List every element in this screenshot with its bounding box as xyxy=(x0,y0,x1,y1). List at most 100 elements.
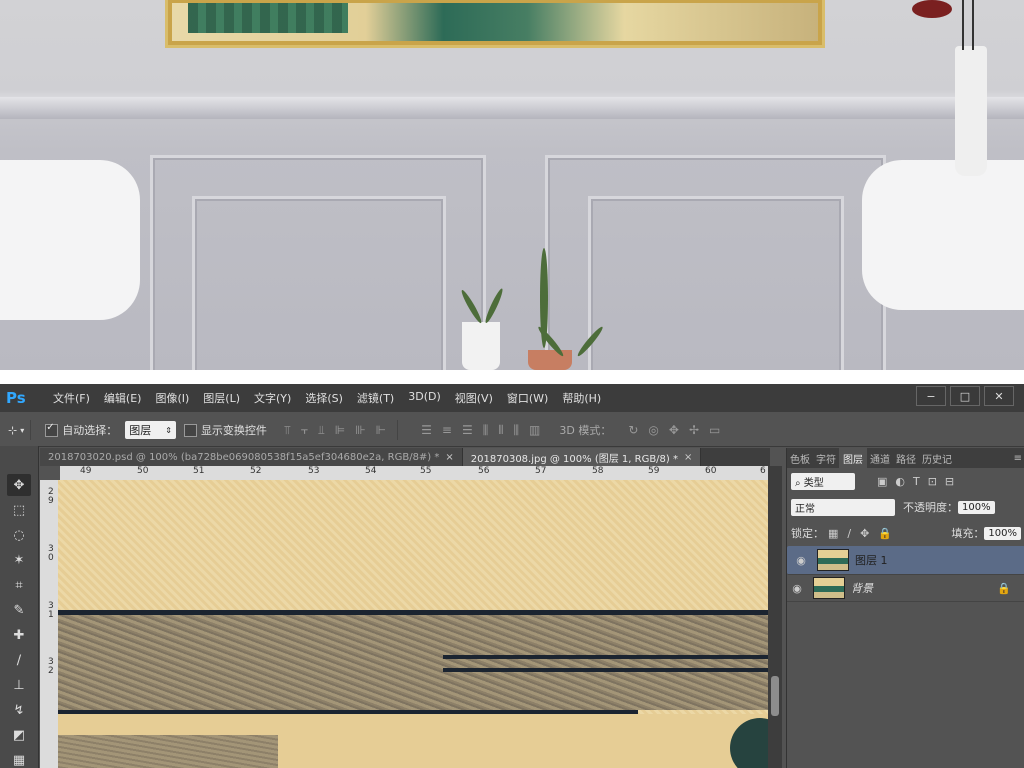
align-right-icon[interactable]: ⊩ xyxy=(376,423,386,438)
checkbox-icon xyxy=(183,423,197,437)
wall-panel-inner xyxy=(588,196,844,370)
3d-scale-icon[interactable]: ▭ xyxy=(709,423,720,437)
tab-swatches[interactable]: 色板 xyxy=(787,451,813,466)
vertical-scrollbar[interactable] xyxy=(768,466,782,768)
menu-select[interactable]: 选择(S) xyxy=(305,390,343,406)
close-icon[interactable]: × xyxy=(684,452,692,463)
white-chair-right xyxy=(862,160,1024,310)
magic-wand-tool-icon[interactable]: ✶ xyxy=(7,549,31,571)
distribute-right-icon[interactable]: ⫼ xyxy=(514,423,520,438)
menu-type[interactable]: 文字(Y) xyxy=(254,390,291,406)
ruler-label: 59 xyxy=(648,466,660,476)
menu-filter[interactable]: 滤镜(T) xyxy=(357,390,394,406)
distribute-top-icon[interactable]: ☰ xyxy=(421,423,432,438)
marquee-tool-icon[interactable]: ⬚ xyxy=(7,499,31,521)
tab-channels[interactable]: 通道 xyxy=(867,451,893,466)
gradient-tool-icon[interactable]: ▦ xyxy=(7,749,31,768)
checkbox-checked-icon xyxy=(45,422,59,437)
search-icon: ⌕ xyxy=(795,477,804,489)
divider xyxy=(397,420,399,440)
align-left-icon[interactable]: ⊫ xyxy=(335,423,345,438)
layer-row-background[interactable]: ◉ 背景 🔒 xyxy=(787,575,1024,602)
menu-image[interactable]: 图像(I) xyxy=(155,390,189,406)
blend-mode-dropdown[interactable]: 正常 xyxy=(791,498,895,516)
document-canvas[interactable] xyxy=(58,480,768,768)
filter-icons[interactable]: ▣◐T⊡⊟ xyxy=(877,475,962,488)
menu-3d[interactable]: 3D(D) xyxy=(408,390,441,406)
align-vcenter-icon[interactable]: ⫟ xyxy=(301,423,308,438)
opacity-input[interactable]: 100% xyxy=(958,500,995,514)
3d-slide-icon[interactable]: ✢ xyxy=(689,423,699,437)
eye-icon[interactable]: ◉ xyxy=(787,582,807,595)
3d-rotate-icon[interactable]: ↻ xyxy=(628,423,638,437)
maximize-button[interactable]: □ xyxy=(950,386,980,406)
3d-mode-buttons: ↻ ◎ ✥ ✢ ▭ xyxy=(623,423,725,437)
white-planter xyxy=(462,322,500,370)
3d-pan-icon[interactable]: ✥ xyxy=(669,423,679,437)
menu-bar: Ps 文件(F) 编辑(E) 图像(I) 图层(L) 文字(Y) 选择(S) 滤… xyxy=(0,384,1024,412)
align-hcenter-icon[interactable]: ⊪ xyxy=(355,423,365,438)
layer-row-layer1[interactable]: ◉ 图层 1 xyxy=(787,546,1024,575)
eyedropper-tool-icon[interactable]: ✎ xyxy=(7,599,31,621)
eye-icon[interactable]: ◉ xyxy=(791,554,811,567)
panel-menu-icon[interactable]: ≡ xyxy=(1011,453,1024,464)
clone-stamp-tool-icon[interactable]: ⊥ xyxy=(7,674,31,696)
ruler-label: 56 xyxy=(478,466,490,476)
tab-history[interactable]: 历史记 xyxy=(919,451,955,466)
align-top-icon[interactable]: ⫪ xyxy=(284,423,291,438)
tab-jpg-document[interactable]: 201870308.jpg @ 100% (图层 1, RGB/8) * × xyxy=(462,448,702,466)
auto-select-dropdown[interactable]: 图层 ⇕ xyxy=(125,421,176,439)
move-tool-preset[interactable]: ⊹ ▾ xyxy=(8,424,24,437)
photoshop-window: Ps 文件(F) 编辑(E) 图像(I) 图层(L) 文字(Y) 选择(S) 滤… xyxy=(0,384,1024,768)
kind-filter-dropdown[interactable]: ⌕ 类型 xyxy=(791,472,855,490)
move-tool-icon[interactable]: ✥ xyxy=(7,474,31,496)
history-brush-tool-icon[interactable]: ↯ xyxy=(7,699,31,721)
tab-character[interactable]: 字符 xyxy=(813,451,839,466)
scroll-thumb[interactable] xyxy=(771,676,779,716)
wall-moulding xyxy=(0,97,1024,119)
move-icon: ⊹ xyxy=(8,423,18,437)
brush-tool-icon[interactable]: ∕ xyxy=(7,649,31,671)
kind-filter-value: 类型 xyxy=(803,477,824,489)
canvas-stroke xyxy=(443,668,768,672)
menu-help[interactable]: 帮助(H) xyxy=(562,390,601,406)
distribute-left-icon[interactable]: ⫼ xyxy=(483,423,489,438)
crop-tool-icon[interactable]: ⌗ xyxy=(7,574,31,596)
transform-controls-label: 显示变换控件 xyxy=(200,424,267,437)
fill-input[interactable]: 100% xyxy=(984,526,1021,540)
menu-layer[interactable]: 图层(L) xyxy=(203,390,240,406)
distribute-hcenter-icon[interactable]: ⦀ xyxy=(498,423,503,438)
tab-layers[interactable]: 图层 xyxy=(839,447,867,469)
tab-label: 2018703020.psd @ 100% (ba728be069080538f… xyxy=(48,451,440,463)
distribute-bottom-icon[interactable]: ☰ xyxy=(462,423,473,438)
ruler-label: 50 xyxy=(137,466,149,476)
distribute-vcenter-icon[interactable]: ≡ xyxy=(442,423,452,438)
menu-view[interactable]: 视图(V) xyxy=(455,390,493,406)
branch xyxy=(962,0,964,50)
menu-file[interactable]: 文件(F) xyxy=(53,390,90,406)
close-icon[interactable]: × xyxy=(445,452,453,463)
wall-panel-inner xyxy=(192,196,446,370)
auto-select-checkbox[interactable]: 自动选择： xyxy=(45,422,117,438)
panel-tabs: 色板 字符 图层 通道 路径 历史记 ≡ xyxy=(787,447,1024,469)
document-tabs: 2018703020.psd @ 100% (ba728be069080538f… xyxy=(40,448,770,466)
auto-align-icon[interactable]: ▥ xyxy=(529,423,540,438)
minimize-button[interactable]: − xyxy=(916,386,946,406)
ruler-label: 52 xyxy=(250,466,262,476)
lasso-tool-icon[interactable]: ◌ xyxy=(7,524,31,546)
eraser-tool-icon[interactable]: ◩ xyxy=(7,724,31,746)
align-bottom-icon[interactable]: ⫫ xyxy=(318,423,325,438)
interior-photo xyxy=(0,0,1024,370)
lock-icon: 🔒 xyxy=(997,581,1011,595)
ruler-label: 53 xyxy=(308,466,320,476)
menu-edit[interactable]: 编辑(E) xyxy=(104,390,142,406)
blend-row: 正常 不透明度： 100% xyxy=(787,494,1024,520)
3d-roll-icon[interactable]: ◎ xyxy=(648,423,658,437)
healing-brush-tool-icon[interactable]: ✚ xyxy=(7,624,31,646)
tab-paths[interactable]: 路径 xyxy=(893,451,919,466)
transform-controls-checkbox[interactable]: 显示变换控件 xyxy=(183,422,267,438)
lock-icons[interactable]: ▦∕✥🔒 xyxy=(828,527,901,540)
close-button[interactable]: ✕ xyxy=(984,386,1014,406)
tab-psd-document[interactable]: 2018703020.psd @ 100% (ba728be069080538f… xyxy=(40,448,463,466)
menu-window[interactable]: 窗口(W) xyxy=(507,390,548,406)
